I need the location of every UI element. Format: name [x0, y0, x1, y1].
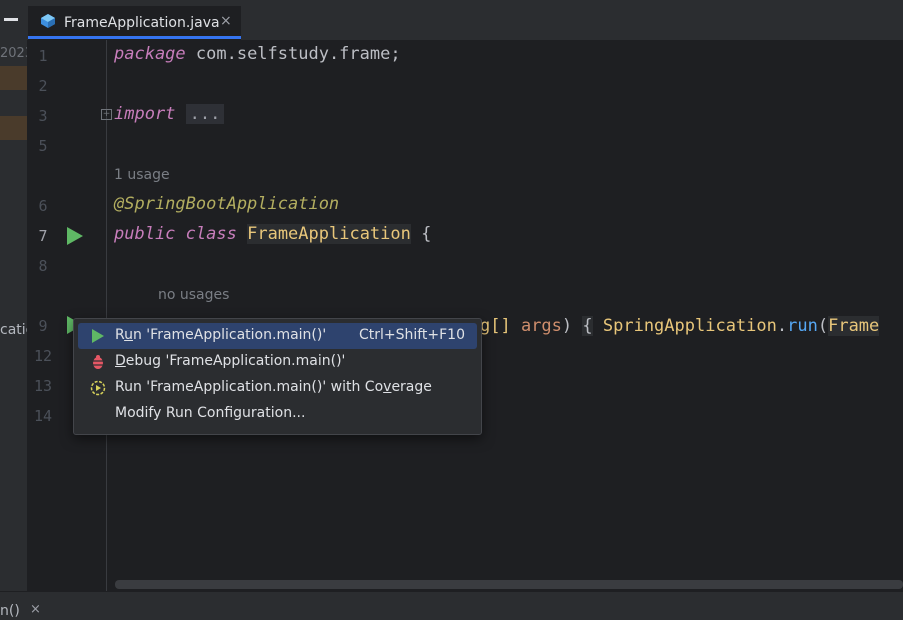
menu-item-run[interactable]: Run 'FrameApplication.main()' Ctrl+Shift… — [78, 323, 477, 349]
line-number: 8 — [38, 257, 48, 275]
code-text: ) — [561, 316, 583, 336]
bottom-tool-bar — [0, 591, 903, 620]
fold-icon[interactable]: + — [101, 109, 112, 120]
no-usages-hint[interactable]: no usages — [158, 287, 229, 303]
folded-imports[interactable]: ... — [185, 104, 225, 124]
menu-item-label: Modify Run Configuration... — [115, 405, 306, 421]
menu-item-label: Run 'FrameApplication.main()' with Cover… — [115, 379, 432, 395]
close-icon[interactable]: × — [220, 13, 232, 29]
menu-item-modify-run-config[interactable]: Modify Run Configuration... — [78, 401, 477, 427]
line-number: 9 — [38, 317, 48, 335]
debug-icon — [93, 355, 103, 369]
line-number: 14 — [33, 407, 53, 425]
code-line-1: package com.selfstudy.frame; — [114, 44, 401, 64]
coverage-icon — [90, 380, 106, 396]
code-text: . — [776, 316, 788, 336]
line-number: 2 — [38, 77, 48, 95]
brace: { — [582, 316, 593, 336]
line-number: 7 — [38, 227, 48, 245]
line-number: 13 — [33, 377, 53, 395]
menu-item-coverage[interactable]: Run 'FrameApplication.main()' with Cover… — [78, 375, 477, 401]
line-number: 1 — [38, 47, 48, 65]
line-number: 6 — [38, 197, 48, 215]
menu-item-debug[interactable]: Debug 'FrameApplication.main()' — [78, 349, 477, 375]
run-context-popup: Run 'FrameApplication.main()' Ctrl+Shift… — [73, 318, 482, 435]
gutter-separator — [106, 40, 107, 591]
tab-label: FrameApplication.java — [64, 15, 220, 31]
class-name: Frame — [828, 316, 880, 336]
class-name: FrameApplication — [247, 224, 411, 244]
left-highlight-2 — [0, 116, 27, 140]
minimize-icon[interactable] — [4, 18, 18, 21]
method-name: run — [787, 316, 818, 336]
line-number: 12 — [33, 347, 53, 365]
menu-item-label: Run 'FrameApplication.main()' — [115, 327, 327, 343]
code-line-7: public class FrameApplication { — [114, 224, 431, 244]
keyword: package — [114, 44, 186, 64]
param-name: args — [520, 316, 562, 336]
menu-item-shortcut: Ctrl+Shift+F10 — [358, 327, 465, 343]
code-text: com.selfstudy.frame; — [185, 44, 401, 64]
run-gutter-icon[interactable] — [67, 227, 83, 245]
usage-hint[interactable]: 1 usage — [114, 167, 170, 183]
code-text: { — [410, 224, 432, 244]
tab-active-underline — [28, 36, 241, 39]
code-line-3: import ... — [114, 104, 225, 124]
menu-item-label: Debug 'FrameApplication.main()' — [115, 353, 346, 369]
java-file-icon — [41, 14, 55, 28]
horizontal-scrollbar[interactable] — [115, 580, 903, 589]
code-line-9-visible: g[] args) { SpringApplication.run(Frame — [480, 316, 880, 336]
keyword: class — [185, 224, 237, 244]
keyword: public — [114, 224, 176, 244]
left-highlight-1 — [0, 66, 27, 90]
close-icon[interactable]: × — [30, 602, 41, 617]
annotation: @SpringBootApplication — [114, 194, 340, 214]
run-tab-label[interactable]: n() — [0, 603, 20, 619]
code-line-6: @SpringBootApplication — [114, 194, 339, 214]
code-text: g[] — [480, 316, 521, 336]
keyword: import — [114, 104, 176, 124]
line-number: 3 — [38, 107, 48, 125]
run-icon — [92, 329, 104, 343]
line-number: 5 — [38, 137, 48, 155]
code-text: ( — [817, 316, 829, 336]
class-name: SpringApplication — [592, 316, 777, 336]
